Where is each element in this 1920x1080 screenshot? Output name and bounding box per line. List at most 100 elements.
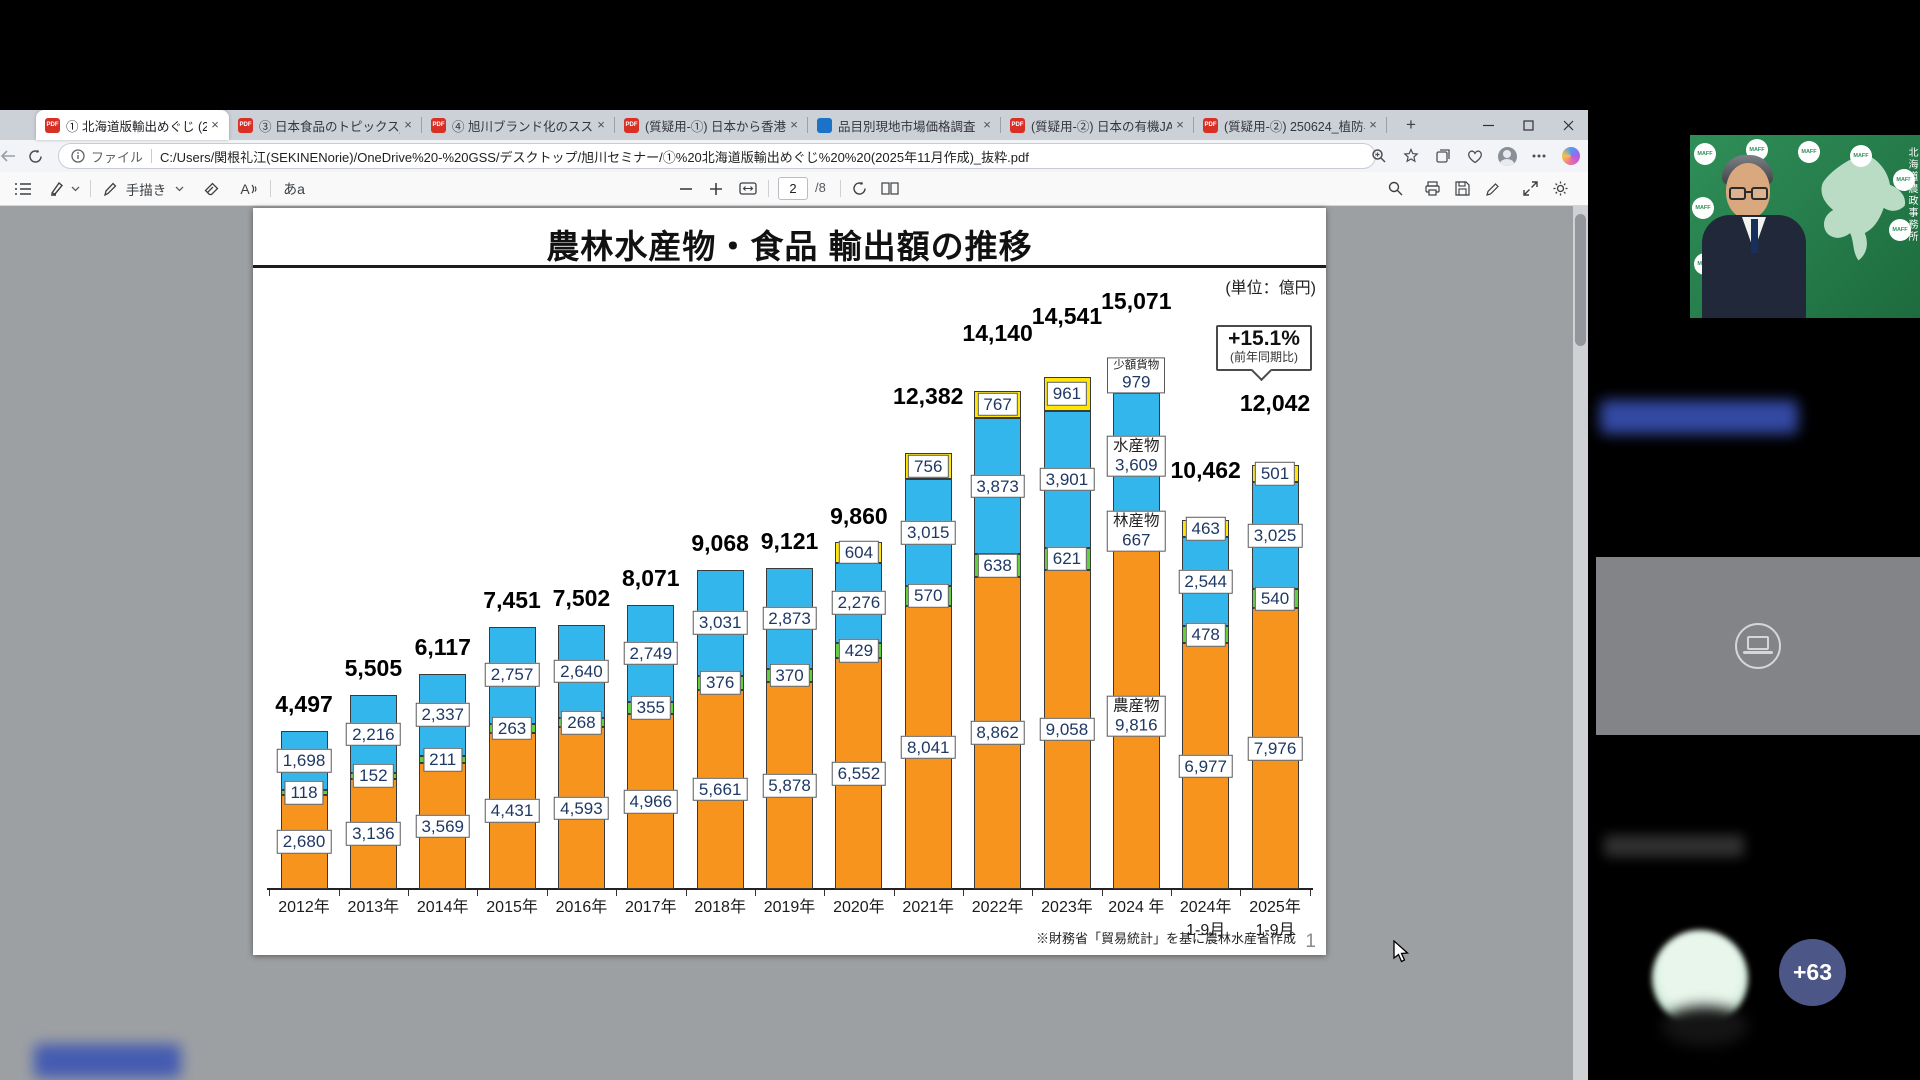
bar-total-label: 9,068 (691, 530, 749, 557)
browser-tab[interactable]: PDF③ 日本食品のトピックス_(R7.08.14× (229, 110, 422, 140)
add-text-icon[interactable]: あa (280, 172, 308, 205)
zoom-out-icon[interactable] (676, 172, 696, 205)
segment-value-label: 540 (1255, 587, 1295, 611)
axis-tick (1240, 890, 1241, 896)
browser-essentials-heart-icon[interactable] (1464, 145, 1486, 167)
zoom-in-icon[interactable] (706, 172, 726, 205)
tab-close-icon[interactable]: × (593, 117, 609, 133)
read-aloud-icon[interactable]: A (236, 172, 262, 205)
segment-value-label: 570 (908, 584, 948, 608)
close-button[interactable] (1548, 110, 1588, 140)
tab-title: ④ 旭川ブランド化のススメ_追加版.p (452, 116, 593, 135)
axis-tick (755, 890, 756, 896)
axis-tick (1171, 890, 1172, 896)
collections-icon[interactable] (1432, 145, 1454, 167)
tab-close-icon[interactable]: × (786, 117, 802, 133)
glasses-bridge (1745, 191, 1752, 193)
eraser-icon[interactable] (200, 172, 222, 205)
segment-value-label: 4,966 (624, 790, 679, 814)
minimize-button[interactable] (1468, 110, 1508, 140)
tab-close-icon[interactable]: × (1365, 117, 1381, 133)
pdf-favicon: PDF (238, 118, 253, 133)
fullscreen-icon[interactable] (1519, 172, 1541, 205)
more-menu-icon[interactable] (1528, 145, 1550, 167)
pdf-favicon: PDF (1203, 118, 1218, 133)
segment-value-label: 6,552 (832, 762, 887, 786)
source-note: ※財務省「貿易統計」を基に農林水産省作成 (1036, 928, 1296, 947)
maff-logo-icon: MAFF (1798, 141, 1820, 163)
segment-value-label: 1,698 (277, 749, 332, 773)
site-favicon (817, 118, 832, 133)
browser-tab[interactable]: PDF① 北海道版輸出めぐじ (2025年11× (36, 110, 229, 140)
new-tab-button[interactable]: + (1400, 115, 1422, 137)
laptop-icon (1747, 636, 1769, 650)
segment-value-label: 4,593 (554, 796, 609, 820)
tab-close-icon[interactable]: × (207, 117, 223, 133)
segment-value-label: 5,878 (762, 774, 817, 798)
presenter-tie (1751, 219, 1758, 253)
favorites-star-icon[interactable] (1400, 145, 1422, 167)
page-view-icon[interactable] (878, 172, 902, 205)
axis-tick (477, 890, 478, 896)
segment-value-label: 604 (839, 540, 879, 564)
tab-title: (質疑用-②) 日本の有機JAS制度と (1031, 116, 1172, 135)
profile-avatar-icon[interactable] (1496, 145, 1518, 167)
segment-value-label: 3,025 (1248, 524, 1303, 548)
settings-gear-icon[interactable] (1549, 172, 1571, 205)
segment-value-label: 3,015 (901, 521, 956, 545)
draw-chevron-icon[interactable] (172, 172, 186, 205)
highlighter-icon[interactable] (46, 172, 66, 205)
segment-value-label: 211 (423, 748, 462, 772)
browser-tab[interactable]: 品目別現地市場価格調査｜海外マ× (808, 110, 1001, 140)
maximize-button[interactable] (1508, 110, 1548, 140)
zoom-search-icon[interactable] (1368, 145, 1390, 167)
pdf-viewer-area: 農林水産物・食品 輸出額の推移 (単位：億円) 2,6801181,6984,4… (0, 206, 1588, 1080)
segment-value-label: 3,901 (1040, 468, 1095, 492)
segment-value-label: 118 (284, 781, 323, 805)
tab-close-icon[interactable]: × (1172, 117, 1188, 133)
toc-icon[interactable] (12, 172, 34, 205)
highlighter-chevron-icon[interactable] (68, 172, 82, 205)
tab-close-icon[interactable]: × (979, 117, 995, 133)
browser-tab[interactable]: PDF(質疑用-②) 250624_植防早見表p× (1194, 110, 1387, 140)
browser-tab[interactable]: PDF(質疑用-②) 日本の有機JAS制度と× (1001, 110, 1194, 140)
segment-value-label: 638 (977, 554, 1017, 578)
scrollbar[interactable] (1573, 206, 1588, 1080)
bar-total-label: 7,451 (483, 587, 541, 614)
bar-total-label: 8,071 (622, 565, 680, 592)
search-icon[interactable] (1384, 172, 1406, 205)
tab-strip: PDF① 北海道版輸出めぐじ (2025年11×PDF③ 日本食品のトピックス_… (36, 110, 1387, 140)
back-icon[interactable] (0, 149, 28, 163)
segment-value-label: 農産物9,816 (1107, 695, 1166, 736)
browser-tab[interactable]: PDF④ 旭川ブランド化のススメ_追加版.p× (422, 110, 615, 140)
save-icon[interactable] (1451, 172, 1473, 205)
address-bar[interactable]: ファイル C:/Users/関根礼江(SEKINENorie)/OneDrive… (58, 143, 1376, 169)
draw-pen-icon[interactable] (100, 172, 120, 205)
stacked-bar-chart: 2,6801181,6984,4972012年3,1361522,2165,50… (253, 208, 1326, 955)
scrollbar-thumb[interactable] (1575, 214, 1586, 346)
fit-to-width-icon[interactable] (736, 172, 760, 205)
hokkaido-map (1806, 151, 1911, 269)
copilot-icon[interactable] (1560, 145, 1582, 167)
segment-value-label: 3,873 (970, 474, 1025, 498)
participants-overflow-badge[interactable]: +63 (1779, 939, 1846, 1006)
axis-tick (824, 890, 825, 896)
axis-tick (1102, 890, 1103, 896)
segment-value-label: 6,977 (1178, 754, 1233, 778)
segment-value-label: 2,749 (624, 641, 679, 665)
segment-value-label: 961 (1047, 382, 1087, 406)
browser-tab[interactable]: PDF(質疑用-①) 日本から香港に冷凍牛× (615, 110, 808, 140)
address-divider (151, 149, 152, 163)
file-scheme-label: ファイル (91, 147, 143, 166)
print-icon[interactable] (1421, 172, 1443, 205)
segment-value-label: 756 (908, 454, 948, 478)
segment-value-label: 429 (839, 639, 879, 663)
annotate-pen-icon[interactable] (1482, 172, 1504, 205)
draw-label[interactable]: 手描き (122, 172, 170, 205)
refresh-icon[interactable] (28, 149, 56, 164)
segment-value-label: 2,640 (554, 659, 609, 683)
rotate-icon[interactable] (848, 172, 870, 205)
page-number-input[interactable]: 2 (778, 177, 808, 200)
tab-close-icon[interactable]: × (400, 117, 416, 133)
bar-total-label: 9,121 (761, 528, 819, 555)
